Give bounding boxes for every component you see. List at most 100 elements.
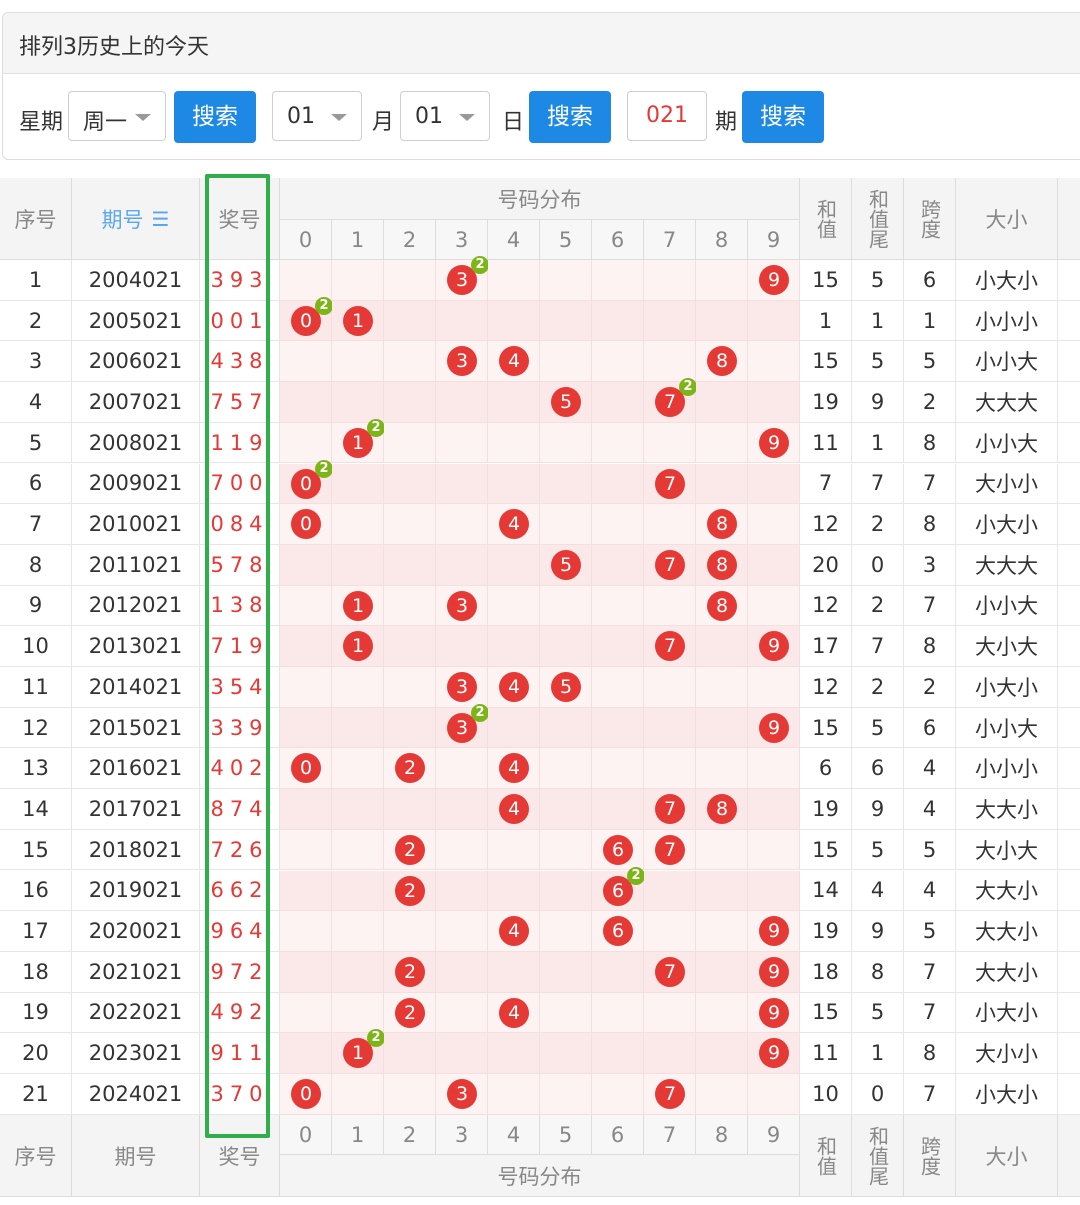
- dist-cell-6: 6: [592, 829, 644, 871]
- dist-cell-6: [592, 707, 644, 749]
- dist-cell-3: [436, 382, 488, 423]
- dist-cell-3: [436, 789, 488, 830]
- number-ball: 2: [395, 956, 425, 987]
- row-sum: 10: [800, 1074, 852, 1115]
- dist-cell-2: [384, 585, 436, 627]
- dist-cell-1: [332, 544, 384, 586]
- row-size: 小小小: [956, 300, 1058, 342]
- day-select[interactable]: 01: [400, 91, 490, 141]
- row-prize: 719: [200, 626, 280, 667]
- number-ball: 9: [759, 997, 789, 1028]
- row-extra: [1058, 871, 1080, 912]
- dist-cell-1: [332, 789, 384, 830]
- footer-prize: 奖号: [200, 1115, 280, 1197]
- dist-cell-0: [280, 544, 332, 586]
- row-seq: 1: [0, 260, 72, 301]
- row-span: 5: [904, 911, 956, 952]
- header-distribution: 号码分布: [280, 178, 800, 220]
- row-span: 7: [904, 463, 956, 505]
- row-period: 2009021: [72, 463, 200, 505]
- table-row: 8 2011021 578 5 7 8 20 0 3 大大大: [0, 544, 1080, 586]
- row-sum-tail: 2: [852, 585, 904, 627]
- dist-cell-7: [644, 1033, 696, 1074]
- row-sum: 19: [800, 789, 852, 830]
- row-prize: 001: [200, 300, 280, 342]
- row-size: 小小大: [956, 585, 1058, 627]
- dist-cell-8: [696, 707, 748, 749]
- row-sum-tail: 5: [852, 341, 904, 383]
- row-period: 2008021: [72, 422, 200, 464]
- weekday-select[interactable]: 周一: [68, 91, 166, 141]
- month-value: 01: [287, 104, 315, 129]
- dist-cell-5: 5: [540, 667, 592, 708]
- row-period: 2017021: [72, 789, 200, 830]
- row-sum-tail: 0: [852, 1074, 904, 1115]
- repeat-count-badge: 2: [315, 459, 333, 478]
- row-size: 大大小: [956, 951, 1058, 993]
- month-select[interactable]: 01: [272, 91, 362, 141]
- dist-cell-8: [696, 829, 748, 871]
- dist-cell-1: [332, 748, 384, 790]
- row-sum: 12: [800, 667, 852, 708]
- footer-digit-5: 5: [540, 1115, 592, 1155]
- table-row: 19 2022021 492 2 4 9 15 5 7 小大小: [0, 992, 1080, 1034]
- period-input[interactable]: 021: [627, 91, 707, 141]
- dist-cell-4: 4: [488, 504, 540, 545]
- number-ball: 7: [655, 956, 685, 987]
- footer-digit-2: 2: [384, 1115, 436, 1155]
- number-ball: 9: [759, 712, 789, 743]
- row-span: 8: [904, 626, 956, 667]
- row-period: 2021021: [72, 951, 200, 993]
- table-row: 11 2014021 354 3 4 5 12 2 2 小大小: [0, 667, 1080, 708]
- row-sum-tail: 7: [852, 626, 904, 667]
- dist-cell-7: 7: [644, 626, 696, 667]
- dist-cell-7: [644, 870, 696, 912]
- dist-cell-7: [644, 585, 696, 627]
- row-period: 2007021: [72, 382, 200, 423]
- period-search-button[interactable]: 搜索: [742, 91, 824, 143]
- row-seq: 12: [0, 707, 72, 749]
- dist-cell-5: 5: [540, 382, 592, 423]
- dist-cell-0: [280, 992, 332, 1034]
- row-span: 5: [904, 341, 956, 383]
- number-ball: 4: [499, 672, 529, 702]
- row-sum-tail: 9: [852, 789, 904, 830]
- footer-digit-9: 9: [748, 1115, 800, 1155]
- sort-icon[interactable]: ☰: [152, 207, 170, 231]
- row-prize: 438: [200, 341, 280, 383]
- table-row: 2 2005021 001 0 2 1 1 1 1 小小小: [0, 296, 1080, 342]
- dist-cell-1: [332, 260, 384, 301]
- dist-cell-6: [592, 422, 644, 464]
- row-span: 6: [904, 260, 956, 301]
- dist-cell-7: [644, 422, 696, 464]
- row-sum: 1: [800, 300, 852, 342]
- row-period: 2013021: [72, 626, 200, 667]
- number-ball: 9: [759, 427, 789, 458]
- number-ball: 3: [447, 590, 477, 621]
- weekday-search-button[interactable]: 搜索: [174, 91, 256, 143]
- row-size: 小小大: [956, 341, 1058, 383]
- dist-cell-1: [332, 667, 384, 708]
- row-prize: 119: [200, 422, 280, 464]
- dist-cell-6: 62: [592, 866, 645, 912]
- dist-cell-4: [488, 544, 540, 586]
- dist-cell-1: [332, 1074, 384, 1115]
- date-search-button[interactable]: 搜索: [529, 91, 611, 143]
- row-sum-tail: 1: [852, 1033, 904, 1074]
- number-ball: 7: [655, 468, 685, 499]
- row-extra: [1058, 748, 1080, 790]
- row-seq: 14: [0, 789, 72, 830]
- dist-cell-6: [592, 260, 644, 301]
- row-span: 8: [904, 422, 956, 464]
- row-prize: 726: [200, 829, 280, 871]
- row-prize: 578: [200, 544, 280, 586]
- header-period[interactable]: 期号 ☰: [72, 178, 200, 260]
- row-extra: [1058, 1074, 1080, 1115]
- dist-cell-8: [696, 463, 748, 505]
- row-sum: 12: [800, 504, 852, 545]
- dist-cell-2: [384, 626, 436, 667]
- number-ball: 1: [343, 590, 373, 621]
- dist-cell-9: 9: [748, 422, 800, 464]
- dist-cell-0: [280, 911, 332, 952]
- row-extra: [1058, 586, 1080, 627]
